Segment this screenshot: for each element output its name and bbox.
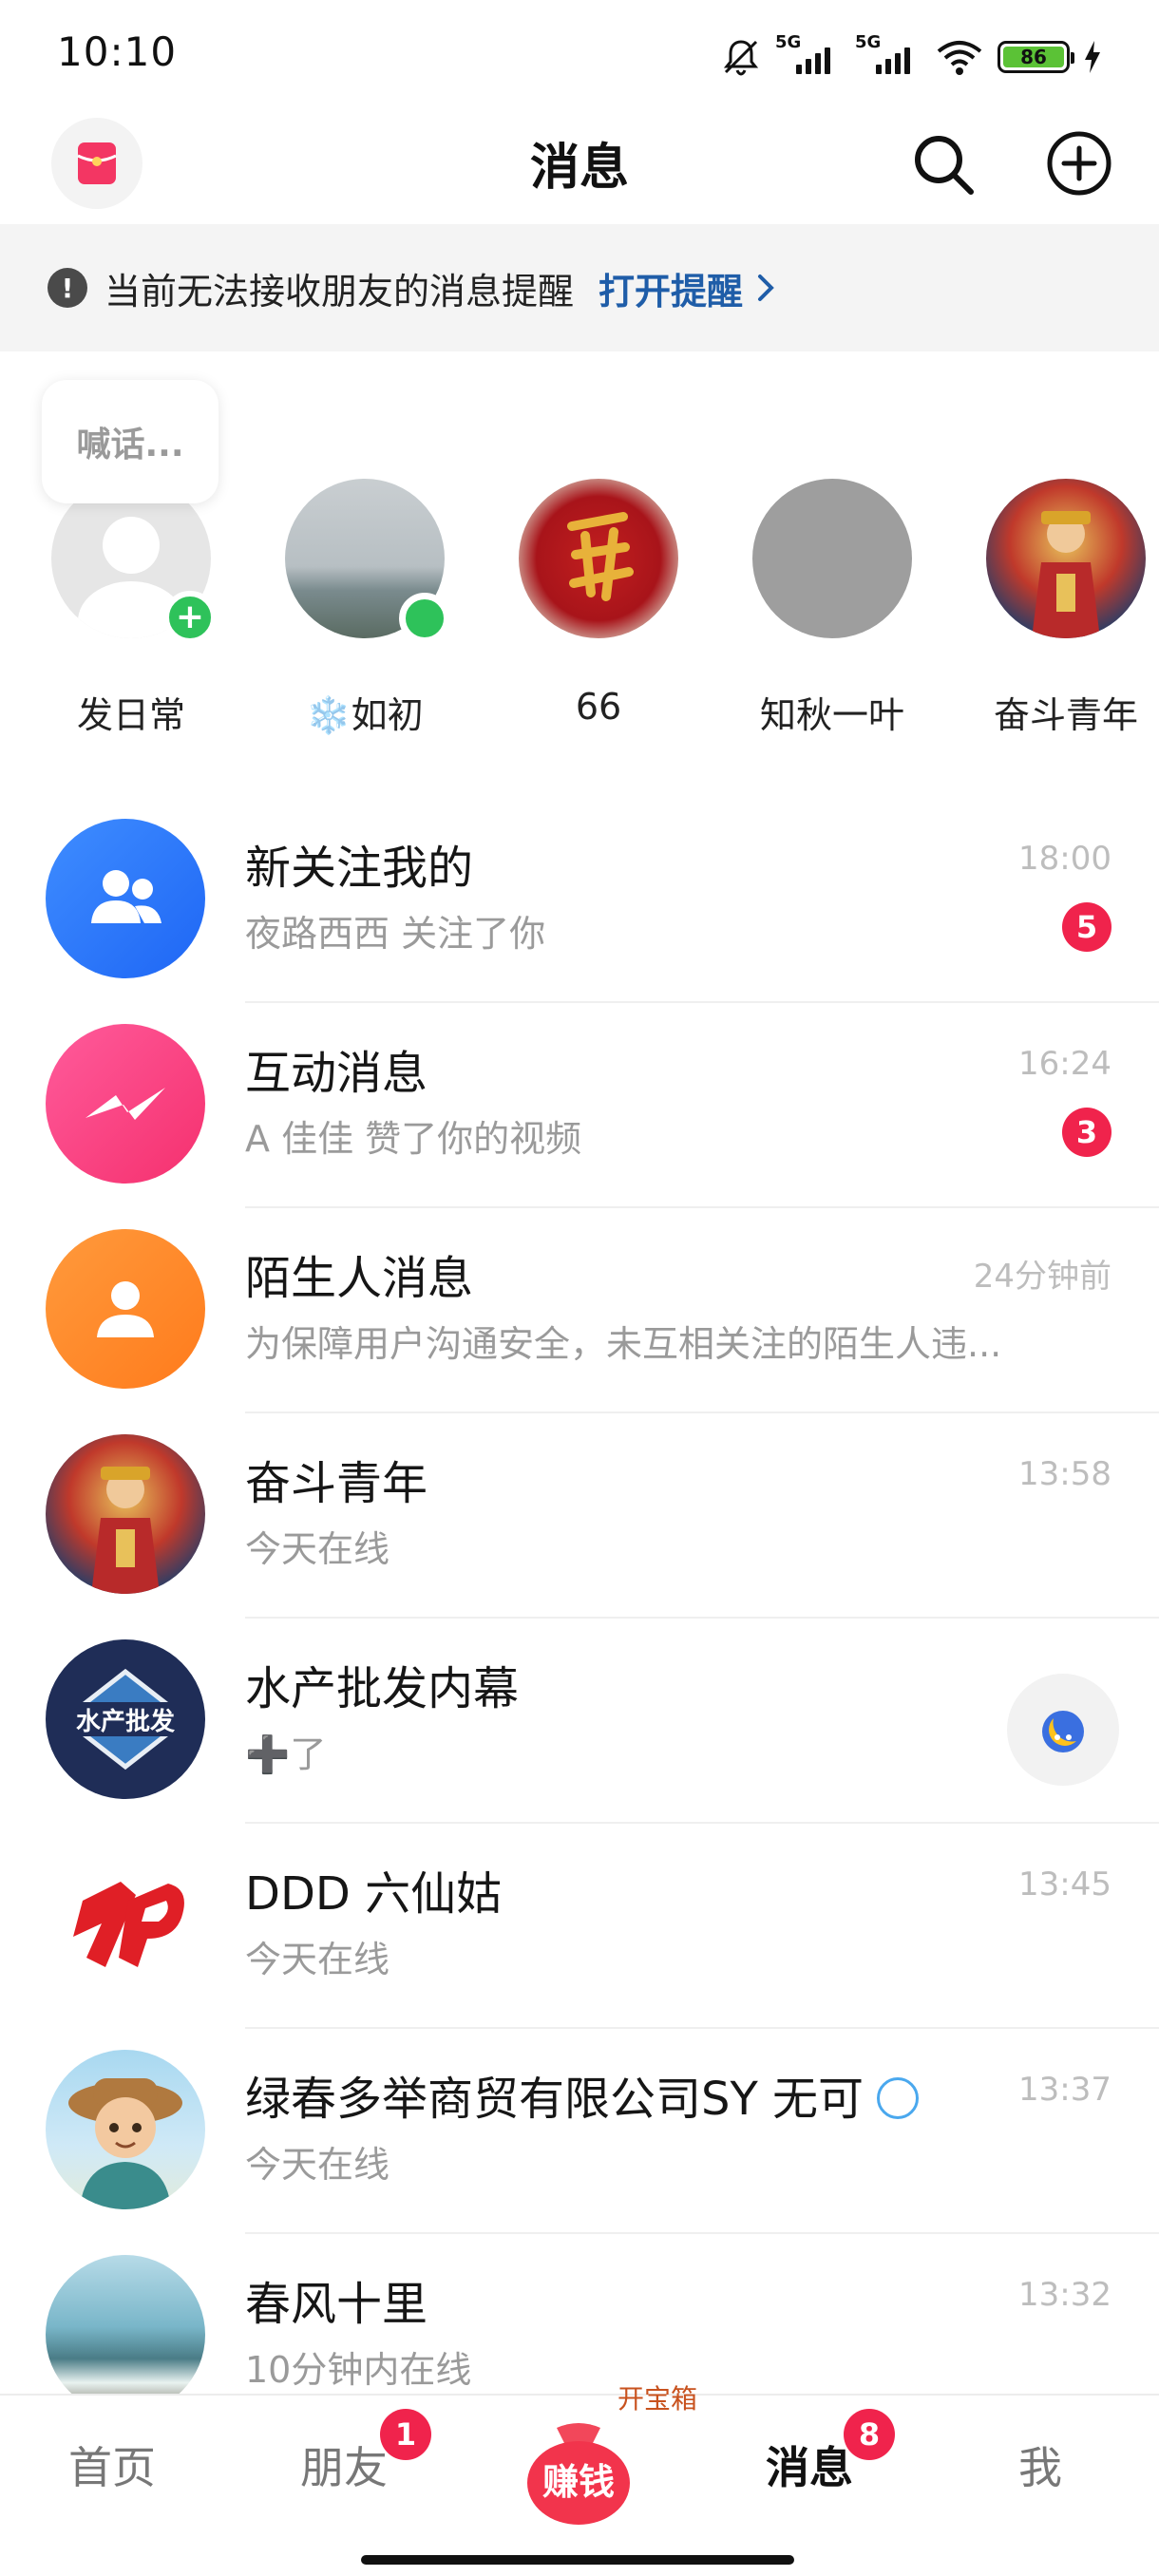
shout-bubble[interactable]: 喊话... bbox=[42, 380, 218, 503]
deity-image bbox=[91, 1467, 160, 1594]
moon-mascot-icon[interactable] bbox=[1007, 1674, 1119, 1786]
lightning-wave-icon bbox=[86, 1088, 165, 1120]
avatar bbox=[986, 479, 1146, 638]
tab-earn[interactable]: 赚钱 bbox=[522, 2415, 635, 2527]
wifi-icon bbox=[937, 41, 982, 75]
signal-5g-1: 5G bbox=[775, 32, 842, 78]
alert-icon: ! bbox=[48, 268, 87, 308]
avatar bbox=[752, 479, 912, 638]
status-time: 10:10 bbox=[57, 28, 178, 75]
tab-home[interactable]: 首页 bbox=[68, 2434, 156, 2496]
avatar bbox=[46, 1845, 205, 2004]
messages-badge: 8 bbox=[844, 2409, 895, 2460]
tab-messages[interactable]: 消息 bbox=[766, 2434, 853, 2496]
home-indicator bbox=[361, 2555, 794, 2565]
signal-5g-2: 5G bbox=[855, 32, 922, 78]
list-item-ddd[interactable]: DDD 六仙姑 今天在线 13:45 bbox=[0, 1824, 1159, 2029]
tab-me[interactable]: 我 bbox=[1018, 2434, 1062, 2496]
story-item-fendou[interactable]: 奋斗青年 bbox=[984, 479, 1148, 738]
list-item-interactions[interactable]: 互动消息 A 佳佳 赞了你的视频 16:24 3 bbox=[0, 1003, 1159, 1208]
friends-badge: 1 bbox=[380, 2409, 431, 2460]
message-list: 新关注我的 夜路西西 关注了你 18:00 5 互动消息 A 佳佳 赞了你的视频… bbox=[0, 798, 1159, 2439]
story-item-post-daily[interactable]: + 发日常 bbox=[49, 479, 217, 738]
battery-indicator: 86 bbox=[998, 41, 1074, 73]
svg-text:水产批发: 水产批发 bbox=[76, 1707, 175, 1736]
top-header: 消息 bbox=[0, 104, 1159, 223]
unread-count-badge: 3 bbox=[1062, 1108, 1112, 1157]
avatar bbox=[46, 2050, 205, 2209]
avatar bbox=[46, 2255, 205, 2415]
list-item-lvchun[interactable]: 绿春多举商贸有限公司SY 无可 今天在线 13:37 bbox=[0, 2029, 1159, 2234]
list-item-strangers[interactable]: 陌生人消息 为保障用户沟通安全，未互相关注的陌生人违... 24分钟前 bbox=[0, 1208, 1159, 1413]
deity-image bbox=[1032, 511, 1100, 638]
cartoon-boy-image bbox=[68, 2078, 182, 2209]
avatar bbox=[46, 819, 205, 978]
story-item-ruchu[interactable]: ❄️如初 bbox=[283, 479, 450, 738]
search-icon[interactable] bbox=[910, 131, 977, 198]
list-item-fendou[interactable]: 奋斗青年 今天在线 13:58 bbox=[0, 1413, 1159, 1619]
tab-friends[interactable]: 朋友 bbox=[300, 2434, 388, 2496]
person-icon bbox=[97, 1281, 154, 1337]
enable-notifications-link[interactable]: 打开提醒 bbox=[598, 262, 743, 314]
open-treasure-tag: 开宝箱 bbox=[618, 2383, 698, 2415]
chevron-right-icon[interactable] bbox=[754, 269, 779, 307]
story-item-66[interactable]: 66 bbox=[517, 479, 680, 728]
story-row: + 发日常 ❄️如初 66 知秋一叶 奋斗青年 喊话... bbox=[0, 351, 1159, 750]
add-circle-icon[interactable] bbox=[1045, 129, 1113, 198]
notice-text: 当前无法接收朋友的消息提醒 bbox=[104, 270, 575, 313]
list-item-new-followers[interactable]: 新关注我的 夜路西西 关注了你 18:00 5 bbox=[0, 798, 1159, 1003]
avatar bbox=[519, 479, 678, 638]
mute-bell-icon bbox=[723, 40, 759, 76]
seafood-logo: 水产批发 bbox=[59, 1668, 192, 1771]
avatar bbox=[46, 1024, 205, 1184]
page-title: 消息 bbox=[529, 140, 629, 197]
charging-bolt-icon bbox=[1085, 41, 1100, 73]
unread-count-badge: 5 bbox=[1062, 902, 1112, 952]
people-icon bbox=[91, 870, 162, 923]
online-status-dot bbox=[399, 593, 450, 644]
notification-banner: ! 当前无法接收朋友的消息提醒 打开提醒 bbox=[0, 224, 1159, 351]
status-icons: 5G 5G 86 bbox=[720, 28, 1102, 85]
story-item-zhiqiu[interactable]: 知秋一叶 bbox=[750, 479, 914, 738]
bottom-navigation: 首页 朋友 1 开宝箱 赚钱 消息 8 我 bbox=[0, 2383, 1159, 2576]
status-bar: 10:10 5G 5G 86 bbox=[0, 0, 1159, 104]
verified-badge-icon bbox=[877, 2077, 920, 2119]
red-paper-image bbox=[567, 512, 634, 601]
add-story-icon[interactable]: + bbox=[163, 591, 217, 644]
avatar bbox=[46, 1229, 205, 1389]
avatar bbox=[46, 1434, 205, 1594]
lottery-logo bbox=[73, 1882, 184, 1967]
list-item-seafood[interactable]: 水产批发 水产批发内幕 ➕了 bbox=[0, 1619, 1159, 1824]
avatar: 水产批发 bbox=[46, 1639, 205, 1799]
